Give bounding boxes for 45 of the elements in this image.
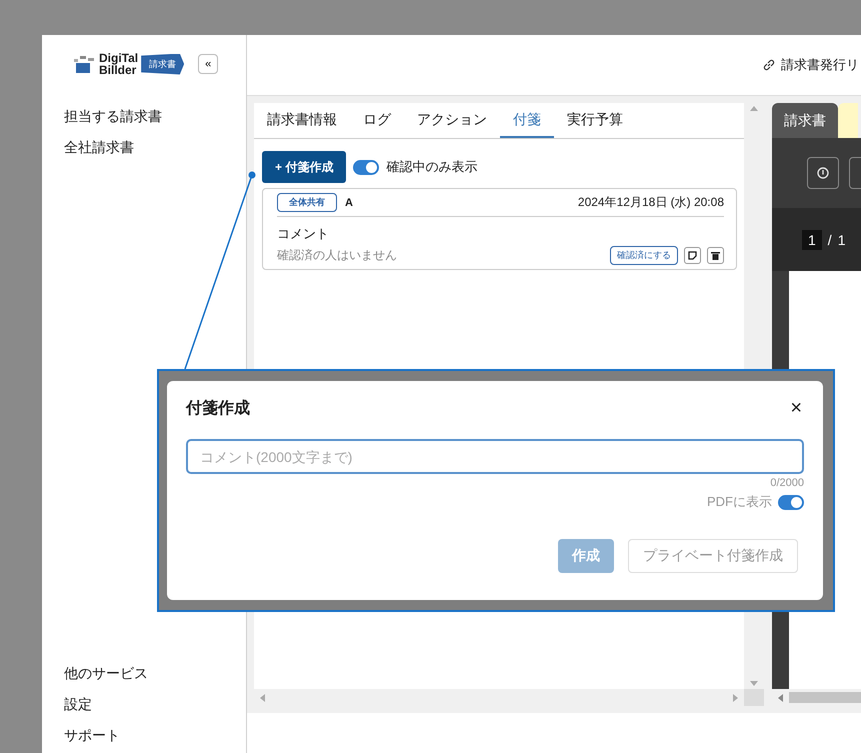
tab[interactable]: 実行予算: [554, 103, 636, 138]
note-author: A: [345, 196, 353, 208]
sidebar-item[interactable]: 担当する請求書: [64, 101, 246, 132]
info-button[interactable]: [807, 157, 839, 189]
viewer-tab[interactable]: 請求書: [772, 103, 838, 138]
confirmed-status: 確認済の人はいません: [277, 247, 397, 264]
collapse-button[interactable]: «: [198, 54, 218, 74]
close-button[interactable]: ×: [788, 396, 804, 420]
toggle-switch[interactable]: [353, 160, 380, 174]
scroll-left-icon[interactable]: [778, 694, 783, 702]
sidebar-item[interactable]: 設定: [64, 689, 246, 720]
toggle-label: 確認中のみ表示: [386, 158, 478, 176]
comment-field[interactable]: コメント(2000文字まで): [186, 439, 804, 474]
header-link[interactable]: 請求書発行リ: [781, 56, 859, 74]
toggle-label: PDFに表示: [707, 493, 772, 511]
tab[interactable]: アクション: [404, 103, 500, 138]
sidebar-item[interactable]: 全社請求書: [64, 132, 246, 163]
scroll-up-icon[interactable]: [750, 106, 758, 111]
page-number-field[interactable]: 1: [802, 230, 822, 250]
note-date: 2024年12月18日 (水) 20:08: [578, 194, 724, 211]
toggle-switch[interactable]: [778, 494, 804, 510]
trash-icon: [711, 251, 720, 260]
tab[interactable]: 請求書情報: [254, 103, 350, 138]
note-text: コメント: [277, 225, 330, 243]
page-total: 1: [838, 232, 846, 248]
tab[interactable]: ログ: [350, 103, 404, 138]
scroll-down-icon[interactable]: [750, 681, 758, 686]
delete-button[interactable]: [707, 247, 724, 264]
confirm-button[interactable]: 確認済にする: [610, 246, 678, 265]
page-separator: /: [828, 232, 832, 248]
add-note-button[interactable]: + 付箋作成: [262, 151, 346, 183]
scroll-right-icon[interactable]: [733, 694, 738, 702]
dialog-title: 付箋作成: [186, 398, 250, 418]
note-icon: [688, 251, 697, 260]
link-icon: [763, 59, 775, 71]
sidebar-item[interactable]: サポート: [64, 720, 246, 751]
scrollbar-thumb[interactable]: [789, 692, 861, 703]
note-button[interactable]: [684, 247, 701, 264]
tab[interactable]: 付箋: [500, 103, 554, 138]
scope-tag: 全体共有: [277, 193, 337, 212]
scrollbar-corner: [744, 689, 764, 706]
character-counter: 0/2000: [770, 477, 804, 489]
info-icon: [817, 167, 829, 179]
sidebar-item[interactable]: 他のサービス: [64, 658, 246, 689]
scroll-left-icon[interactable]: [260, 694, 265, 702]
